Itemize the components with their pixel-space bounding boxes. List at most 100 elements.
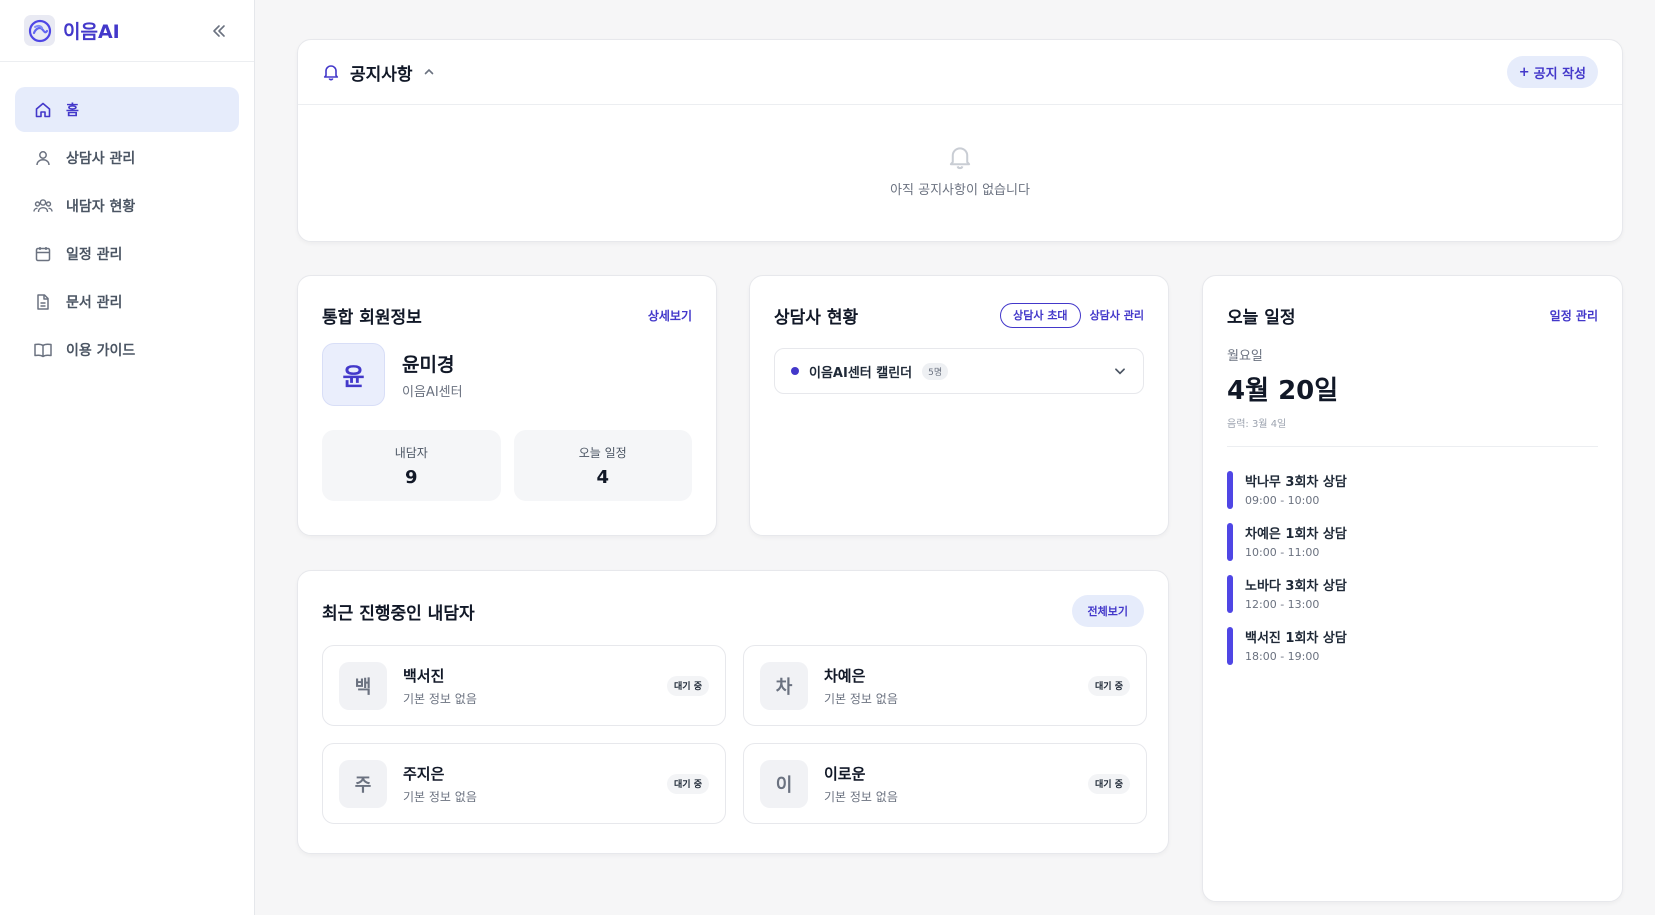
counselor-count-badge: 5명 <box>922 362 949 380</box>
client-avatar: 주 <box>339 759 387 808</box>
member-org: 이음AI센터 <box>402 384 463 400</box>
sidebar-item-documents[interactable]: 문서 관리 <box>15 279 239 324</box>
bell-icon <box>322 63 340 81</box>
member-name: 윤미경 <box>402 353 455 376</box>
schedule-time: 18:00 - 19:00 <box>1245 650 1320 663</box>
schedule-color-bar <box>1227 627 1233 665</box>
schedule-title: 박나무 3회차 상담 <box>1245 475 1347 490</box>
manage-schedule-link[interactable]: 일정 관리 <box>1550 307 1598 324</box>
client-info: 기본 정보 없음 <box>824 691 898 706</box>
stat-label: 내담자 <box>394 445 428 460</box>
schedule-time: 09:00 - 10:00 <box>1245 494 1320 507</box>
bell-icon <box>947 143 973 171</box>
avatar: 윤 <box>322 343 385 406</box>
brand-logo-icon[interactable] <box>24 15 55 46</box>
recent-clients-card: 최근 진행중인 내담자 전체보기 백 백서진 기본 정보 없음 대기 중 차 차… <box>297 570 1169 854</box>
brand-name[interactable]: 이음AI <box>63 17 120 44</box>
invite-counselor-button[interactable]: 상담사 초대 <box>1000 302 1081 328</box>
client-avatar: 차 <box>760 661 808 710</box>
sidebar-item-label: 내담자 현황 <box>66 198 136 215</box>
notice-title: 공지사항 <box>350 64 413 85</box>
status-badge: 대기 중 <box>667 773 709 794</box>
schedule-title: 백서진 1회차 상담 <box>1245 631 1347 646</box>
notice-empty-state: 아직 공지사항이 없습니다 <box>298 105 1622 198</box>
stat-value: 9 <box>404 466 418 488</box>
client-name: 차예은 <box>824 666 866 685</box>
schedule-list: 박나무 3회차 상담 09:00 - 10:00 차예은 1회차 상담 10:0… <box>1203 447 1622 665</box>
client-grid: 백 백서진 기본 정보 없음 대기 중 차 차예은 기본 정보 없음 대기 중 … <box>298 645 1168 824</box>
sidebar-item-label: 이용 가이드 <box>66 342 136 359</box>
sidebar-item-label: 홈 <box>66 102 79 119</box>
client-card[interactable]: 차 차예은 기본 정보 없음 대기 중 <box>743 645 1147 726</box>
member-profile: 윤 윤미경 이음AI센터 <box>298 343 716 406</box>
status-badge: 대기 중 <box>667 675 709 696</box>
view-all-button[interactable]: 전체보기 <box>1071 595 1144 627</box>
status-dot <box>791 367 799 375</box>
document-icon <box>33 292 53 312</box>
notice-empty-text: 아직 공지사항이 없습니다 <box>890 183 1030 198</box>
sidebar-item-label: 문서 관리 <box>66 294 123 311</box>
client-card[interactable]: 백 백서진 기본 정보 없음 대기 중 <box>322 645 726 726</box>
sidebar-item-label: 상담사 관리 <box>66 150 136 167</box>
client-name: 백서진 <box>403 666 445 685</box>
member-stats: 내담자 9 오늘 일정 4 <box>298 430 716 501</box>
schedule-title: 차예은 1회차 상담 <box>1245 527 1347 542</box>
schedule-item[interactable]: 차예은 1회차 상담 10:00 - 11:00 <box>1227 523 1598 561</box>
center-calendar-name: 이음AI센터 캘린더 <box>809 365 913 381</box>
client-avatar: 백 <box>339 661 387 710</box>
schedule-item[interactable]: 노바다 3회차 상담 12:00 - 13:00 <box>1227 575 1598 613</box>
sidebar-item-home[interactable]: 홈 <box>15 87 239 132</box>
client-name: 주지은 <box>403 764 445 783</box>
sidebar-nav: 홈 상담사 관리 내담자 현황 일정 관리 문서 관리 이용 가이드 <box>0 62 254 372</box>
sidebar-item-clients[interactable]: 내담자 현황 <box>15 183 239 228</box>
today-date-block: 월요일 4월 20일 음력: 3월 4일 <box>1203 345 1622 430</box>
book-icon <box>33 340 53 360</box>
status-badge: 대기 중 <box>1088 675 1130 696</box>
lunar-date: 음력: 3월 4일 <box>1227 419 1287 430</box>
manage-counselors-link[interactable]: 상담사 관리 <box>1090 307 1144 323</box>
center-calendar-dropdown[interactable]: 이음AI센터 캘린더 5명 <box>774 348 1144 394</box>
sidebar-item-label: 일정 관리 <box>66 246 123 263</box>
member-info-title: 통합 회원정보 <box>322 307 422 328</box>
sidebar-item-schedule[interactable]: 일정 관리 <box>15 231 239 276</box>
recent-clients-header: 최근 진행중인 내담자 전체보기 <box>298 571 1168 627</box>
write-notice-label: 공지 작성 <box>1533 66 1586 82</box>
today-schedule-title: 오늘 일정 <box>1227 307 1296 328</box>
client-card[interactable]: 주 주지은 기본 정보 없음 대기 중 <box>322 743 726 824</box>
today-schedule-card: 오늘 일정 일정 관리 월요일 4월 20일 음력: 3월 4일 박나무 3회차… <box>1202 275 1623 902</box>
schedule-color-bar <box>1227 523 1233 561</box>
schedule-color-bar <box>1227 471 1233 509</box>
today-schedule-header: 오늘 일정 일정 관리 <box>1203 276 1622 328</box>
schedule-time: 12:00 - 13:00 <box>1245 598 1320 611</box>
brand-header: 이음AI <box>0 0 254 62</box>
stat-clients: 내담자 9 <box>322 430 501 501</box>
write-notice-button[interactable]: + 공지 작성 <box>1506 56 1598 88</box>
chevron-down-icon <box>1113 364 1127 378</box>
stat-today-schedule: 오늘 일정 4 <box>513 430 692 501</box>
chevron-up-icon[interactable] <box>423 66 435 78</box>
schedule-item[interactable]: 백서진 1회차 상담 18:00 - 19:00 <box>1227 627 1598 665</box>
collapse-sidebar-icon[interactable] <box>206 18 232 44</box>
status-badge: 대기 중 <box>1088 773 1130 794</box>
calendar-icon <box>33 244 53 264</box>
users-icon <box>33 196 53 216</box>
recent-clients-title: 최근 진행중인 내담자 <box>322 603 475 624</box>
user-icon <box>33 148 53 168</box>
sidebar-item-counselors[interactable]: 상담사 관리 <box>15 135 239 180</box>
home-icon <box>33 100 53 120</box>
schedule-time: 10:00 - 11:00 <box>1245 546 1320 559</box>
client-card[interactable]: 이 이로운 기본 정보 없음 대기 중 <box>743 743 1147 824</box>
stat-value: 4 <box>596 466 610 488</box>
counselor-status-card: 상담사 현황 상담사 초대 상담사 관리 이음AI센터 캘린더 5명 <box>749 275 1169 536</box>
client-name: 이로운 <box>824 764 866 783</box>
client-avatar: 이 <box>760 759 808 808</box>
sidebar: 이음AI 홈 상담사 관리 내담자 현황 일정 관리 문서 관리 이용 가이드 <box>0 0 255 915</box>
schedule-color-bar <box>1227 575 1233 613</box>
schedule-item[interactable]: 박나무 3회차 상담 09:00 - 10:00 <box>1227 471 1598 509</box>
plus-icon: + <box>1518 64 1530 80</box>
member-detail-link[interactable]: 상세보기 <box>648 307 692 324</box>
sidebar-item-guide[interactable]: 이용 가이드 <box>15 327 239 372</box>
notice-header: 공지사항 + 공지 작성 <box>298 40 1622 105</box>
counselor-status-header: 상담사 현황 상담사 초대 상담사 관리 <box>750 276 1168 328</box>
counselor-status-title: 상담사 현황 <box>774 307 859 328</box>
